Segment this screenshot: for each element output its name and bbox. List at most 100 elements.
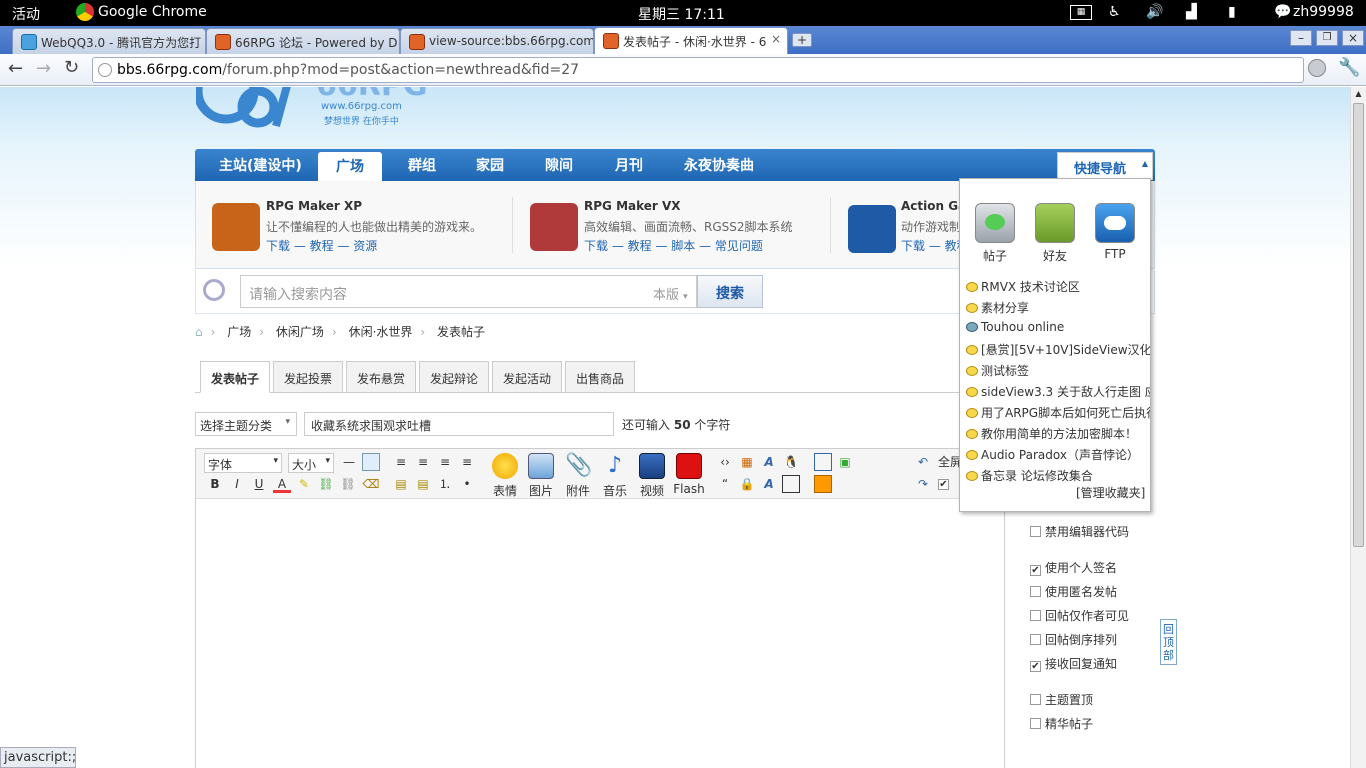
wrench-tool-icon[interactable] [848,205,896,253]
quick-label[interactable]: 好友 [1035,247,1075,264]
align-left-icon[interactable]: ≡ [392,453,410,471]
nav-item[interactable]: 月刊 [615,155,643,175]
code-icon[interactable]: ‹› [716,453,734,471]
tab-reward[interactable]: 发布悬赏 [346,361,417,393]
checkbox[interactable] [1030,718,1041,729]
search-input[interactable]: 请输入搜索内容 [240,275,650,308]
redo-icon[interactable]: ↷ [914,475,932,493]
search-scope-select[interactable]: 本版 ▾ [649,275,697,308]
attachment-button[interactable]: 📎 附件 [560,453,596,499]
feature-title[interactable]: RPG Maker VX [584,199,681,213]
hide-content-icon[interactable]: ▦ [738,453,756,471]
clock[interactable]: 星期三 17:11 [638,4,725,24]
media-icon[interactable] [782,475,800,493]
browser-tab-active[interactable]: 发表帖子 - 休闲·水世界 - 6 × [594,27,788,54]
unordered-list-icon[interactable]: • [458,475,476,493]
table-icon[interactable] [362,453,380,471]
volume-icon[interactable]: 🔊 [1146,4,1163,20]
undo-icon[interactable]: ↶ [914,453,932,471]
font-select[interactable]: 字体 ▾ [204,453,282,473]
tab-poll[interactable]: 发起投票 [273,361,344,393]
qq-icon[interactable]: 🐧 [782,453,800,471]
app-menu[interactable]: Google Chrome [98,4,207,20]
battery-icon[interactable]: ▮ [1228,4,1236,20]
user-menu[interactable]: zh99998 [1293,4,1354,20]
home-icon[interactable]: ⌂ [195,325,203,339]
feature-links[interactable]: 下载 — 教程 — 脚本 — 常见问题 [584,237,763,254]
new-tab-button[interactable]: + [792,33,812,47]
browser-tab[interactable]: WebQQ3.0 - 腾讯官方为您打 [12,28,206,54]
accessibility-icon[interactable]: ♿ [1108,4,1121,20]
attach-list-icon[interactable] [814,475,832,493]
option-author-only[interactable]: 回帖仅作者可见 [1030,607,1129,624]
nav-item-active[interactable]: 广场 [318,152,382,181]
size-select[interactable]: 大小 ▾ [288,453,334,473]
back-icon[interactable]: ← [8,58,23,79]
hr-icon[interactable]: — [340,453,358,471]
nav-item[interactable]: 隙间 [545,155,573,175]
image-button[interactable]: 图片 [523,453,559,499]
thread-title-input[interactable]: 收藏系统求围观求吐槽 [304,412,614,436]
quick-label[interactable]: 帖子 [975,247,1015,264]
thread-type-select[interactable]: 选择主题分类 ▾ [195,412,297,436]
italic-icon[interactable]: I [228,475,246,493]
align-center-icon[interactable]: ≡ [414,453,432,471]
quick-nav-button[interactable]: 快捷导航 ▲ [1057,152,1153,180]
browser-tab[interactable]: view-source:bbs.66rpg.com [400,28,594,54]
checkbox[interactable] [1030,694,1041,705]
tab-trade[interactable]: 出售商品 [565,361,636,393]
page-scrollbar[interactable]: ▲ [1350,87,1366,768]
close-tab-icon[interactable]: × [771,32,781,46]
checkbox[interactable]: ✔ [938,479,949,490]
address-bar[interactable]: bbs.66rpg.com/forum.php?mod=post&action=… [92,57,1304,83]
underline-icon[interactable]: U [250,475,268,493]
scroll-up-arrow[interactable]: ▲ [1353,89,1364,99]
favorite-item[interactable]: 备忘录 论坛修改集合 [966,467,1150,484]
nav-item[interactable]: 永夜协奏曲 [684,155,754,175]
nav-item[interactable]: 主站(建设中) [219,155,302,175]
breadcrumb-link[interactable]: 广场 [227,325,251,339]
option-reverse-order[interactable]: 回帖倒序排列 [1030,631,1117,648]
checkbox[interactable] [1030,610,1041,621]
activities-button[interactable]: 活动 [12,4,40,24]
option-anonymous[interactable]: 使用匿名发帖 [1030,583,1117,600]
ordered-list-icon[interactable]: ⒈ [436,475,454,493]
close-window-button[interactable]: × [1342,30,1364,46]
text-color-icon[interactable]: A [273,475,291,493]
favorite-item[interactable]: RMVX 技术讨论区 [966,278,1150,295]
option-digest[interactable]: 精华帖子 [1030,715,1093,732]
highlight-icon[interactable]: ✎ [295,475,313,493]
align-right-icon[interactable]: ≡ [436,453,454,471]
favorite-item[interactable]: [悬赏][5V+10V]SideView汉化 [966,341,1150,358]
option-signature[interactable]: ✔ 使用个人签名 [1030,559,1117,576]
checkbox-checked[interactable]: ✔ [1030,661,1041,672]
favorite-item[interactable]: 素材分享 [966,299,1150,316]
minimize-button[interactable]: – [1290,30,1312,46]
word-paste-icon[interactable] [814,453,832,471]
video-button[interactable]: 视频 [634,453,670,499]
rmvx-icon[interactable] [530,203,578,251]
posts-icon[interactable] [975,203,1015,243]
friends-icon[interactable] [1035,203,1075,243]
wrench-icon[interactable]: 🔧 [1338,57,1360,78]
reload-icon[interactable]: ↻ [64,57,79,78]
option-reply-notify[interactable]: ✔ 接收回复通知 [1030,655,1117,672]
checkbox[interactable] [1030,586,1041,597]
chat-icon[interactable]: 💬 [1274,4,1291,20]
browser-tab[interactable]: 66RPG 论坛 - Powered by D [206,28,400,54]
quick-label[interactable]: FTP [1095,247,1135,261]
scroll-thumb[interactable] [1353,103,1364,547]
lock-icon[interactable]: 🔒 [738,475,756,493]
checkbox-checked[interactable]: ✔ [1030,565,1041,576]
nav-item[interactable]: 家园 [476,155,504,175]
favorite-item[interactable]: Touhou online [966,320,1150,334]
favorite-item[interactable]: 测试标签 [966,362,1150,379]
float-left-icon[interactable]: ▤ [392,475,410,493]
flash-button[interactable]: Flash [671,453,707,496]
unlink-icon[interactable]: ⛓ [339,475,357,493]
music-button[interactable]: ♪ 音乐 [597,453,633,499]
feature-links[interactable]: 下载 — 教程 — 资源 [266,237,377,254]
favorite-item[interactable]: Audio Paradox（声音悖论） [966,446,1150,463]
align-justify-icon[interactable]: ≡ [458,453,476,471]
search-button[interactable]: 搜索 [697,275,763,308]
